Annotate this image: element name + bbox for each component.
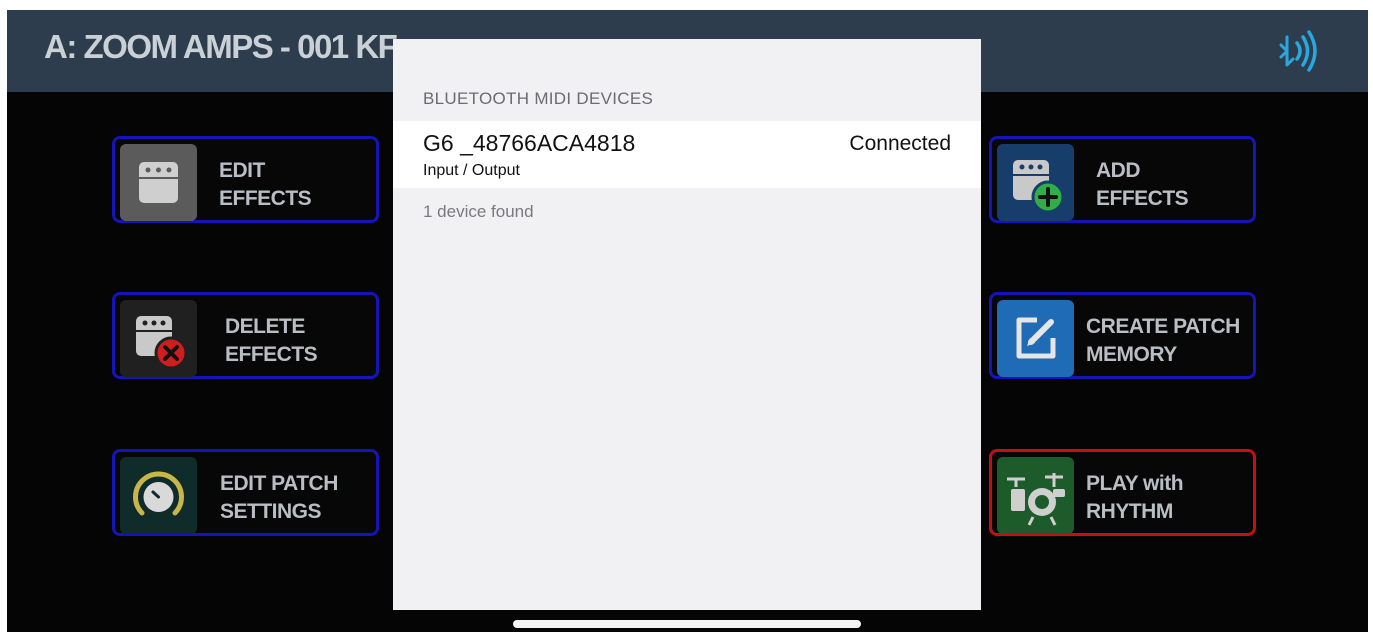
delete-effects-line2: EFFECTS [225, 343, 318, 366]
play-with-rhythm-button[interactable]: PLAY with RHYTHM [989, 449, 1256, 536]
delete-effects-button[interactable]: DELETE EFFECTS [112, 292, 379, 379]
add-effects-line1: ADD [1096, 159, 1141, 182]
play-with-rhythm-line2: RHYTHM [1086, 500, 1173, 523]
edit-patch-settings-line1: EDIT PATCH [220, 472, 338, 495]
add-effects-label: ADD EFFECTS [1096, 157, 1189, 213]
device-name: G6 _48766ACA4818 [423, 130, 636, 156]
edit-pencil-icon [997, 300, 1074, 377]
edit-patch-settings-button[interactable]: EDIT PATCH SETTINGS [112, 449, 379, 536]
delete-effects-line1: DELETE [225, 315, 305, 338]
devices-found-count: 1 device found [423, 202, 534, 221]
edit-patch-settings-line2: SETTINGS [220, 500, 322, 523]
patch-title[interactable]: A: ZOOM AMPS - 001 KF [44, 28, 398, 66]
create-patch-memory-line1: CREATE PATCH [1086, 315, 1240, 338]
delete-effects-label: DELETE EFFECTS [225, 313, 318, 369]
play-with-rhythm-label: PLAY with RHYTHM [1086, 470, 1184, 526]
create-patch-memory-line2: MEMORY [1086, 343, 1177, 366]
add-effects-button[interactable]: ADD EFFECTS [989, 136, 1256, 223]
effect-pedal-icon [120, 144, 197, 221]
bluetooth-signal-icon[interactable] [1277, 28, 1323, 74]
device-row[interactable]: G6 _48766ACA4818 Input / Output Connecte… [393, 121, 981, 188]
edit-effects-line1: EDIT [219, 159, 265, 182]
screen: A: ZOOM AMPS - 001 KF EDIT EFFECTS DELET… [0, 0, 1373, 632]
add-effect-icon [997, 144, 1074, 221]
device-subtitle: Input / Output [423, 162, 520, 179]
knob-icon [120, 457, 197, 534]
edit-effects-line2: EFFECTS [219, 187, 312, 210]
add-effects-line2: EFFECTS [1096, 187, 1189, 210]
create-patch-memory-label: CREATE PATCH MEMORY [1086, 313, 1240, 369]
drum-kit-icon [997, 457, 1074, 534]
home-indicator[interactable] [513, 620, 861, 628]
bluetooth-midi-popover: BLUETOOTH MIDI DEVICES G6 _48766ACA4818 … [393, 39, 981, 610]
connection-status: Connected [849, 132, 951, 155]
play-with-rhythm-line1: PLAY with [1086, 472, 1184, 495]
edit-patch-settings-label: EDIT PATCH SETTINGS [220, 470, 338, 526]
delete-effect-icon [120, 300, 197, 377]
create-patch-memory-button[interactable]: CREATE PATCH MEMORY [989, 292, 1256, 379]
edit-effects-button[interactable]: EDIT EFFECTS [112, 136, 379, 223]
section-header: BLUETOOTH MIDI DEVICES [423, 89, 654, 108]
edit-effects-label: EDIT EFFECTS [219, 157, 312, 213]
